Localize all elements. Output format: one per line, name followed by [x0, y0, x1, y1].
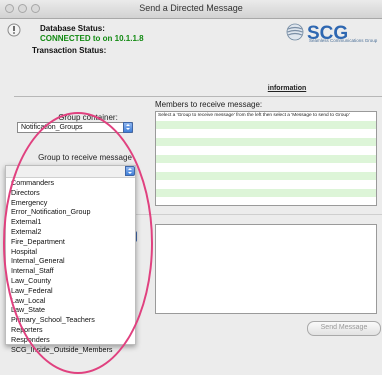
dropdown-option[interactable]: Fire_Department	[11, 237, 112, 247]
transaction-status-label: Transaction Status:	[32, 46, 107, 55]
information-link[interactable]: information	[252, 85, 322, 92]
group-receive-label: Group to receive message	[38, 153, 132, 162]
group-container-value: Notification_Groups	[21, 124, 83, 131]
members-hint: Select a 'Group to receive message' from…	[158, 113, 350, 118]
dropdown-option[interactable]: Internal_General	[11, 256, 112, 266]
dropdown-option[interactable]: Law_Federal	[11, 286, 112, 296]
dropdown-option[interactable]: Law_Local	[11, 296, 112, 306]
alert-icon	[7, 23, 21, 37]
message-preview-box[interactable]	[155, 224, 377, 314]
dropdown-option[interactable]: Internal_Staff	[11, 266, 112, 276]
database-status-label: Database Status:	[40, 24, 105, 33]
dropdown-option[interactable]: Hospital	[11, 247, 112, 257]
database-status-value: CONNECTED to on 10.1.1.8	[40, 34, 144, 43]
dropdown-option[interactable]: Emergency	[11, 198, 112, 208]
dropdown-option[interactable]: Commanders	[11, 178, 112, 188]
select-arrows-icon[interactable]	[125, 166, 135, 176]
dropdown-option[interactable]: Law_County	[11, 276, 112, 286]
dropdown-option[interactable]: SCG_Inside_Outside_Members	[11, 345, 112, 355]
members-list[interactable]: Select a 'Group to receive message' from…	[155, 111, 377, 206]
select-arrows-icon[interactable]	[123, 122, 133, 133]
members-label: Members to receive message:	[155, 100, 263, 109]
dropdown-option[interactable]: Error_Notification_Group	[11, 207, 112, 217]
title-bar: Send a Directed Message	[0, 0, 382, 19]
dropdown-header	[6, 166, 135, 178]
dropdown-option[interactable]: External2	[11, 227, 112, 237]
dropdown-option-list: Commanders Directors Emergency Error_Notifi…	[11, 178, 112, 354]
window-title: Send a Directed Message	[139, 3, 243, 13]
send-message-button[interactable]: Send Message	[307, 321, 381, 336]
dropdown-option[interactable]: External1	[11, 217, 112, 227]
dropdown-option[interactable]: Responders	[11, 335, 112, 345]
divider	[14, 96, 382, 97]
send-message-window: Send a Directed Message Database Status:…	[0, 0, 382, 375]
group-receive-dropdown[interactable]: Commanders Directors Emergency Error_Notifi…	[5, 165, 136, 354]
group-container-select[interactable]: Notification_Groups	[17, 122, 133, 133]
dropdown-option[interactable]: Reporters	[11, 325, 112, 335]
group-container-label: Group container:	[58, 113, 118, 122]
dropdown-option[interactable]: Primary_School_Teachers	[11, 315, 112, 325]
logo-subtitle: Seamless Communications Group	[309, 38, 378, 43]
dropdown-option[interactable]: Law_State	[11, 305, 112, 315]
dropdown-option[interactable]: Directors	[11, 188, 112, 198]
